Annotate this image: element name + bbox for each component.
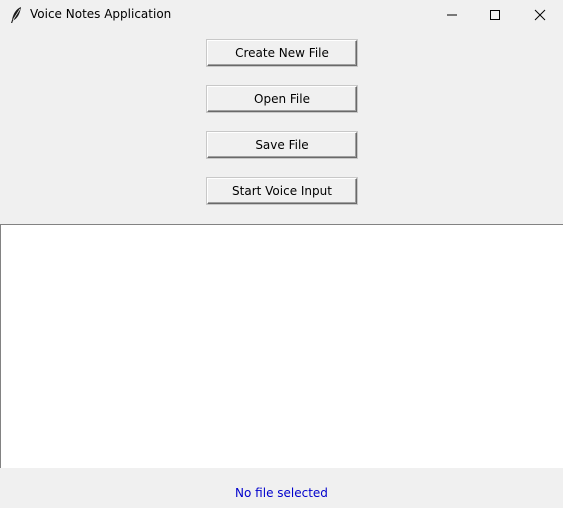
close-icon: [534, 9, 546, 21]
maximize-button[interactable]: [472, 0, 518, 30]
feather-icon: [9, 6, 23, 24]
open-file-button[interactable]: Open File: [207, 86, 357, 112]
window-title: Voice Notes Application: [30, 7, 172, 21]
note-text-area[interactable]: [0, 224, 563, 468]
close-button[interactable]: [517, 0, 563, 30]
minimize-button[interactable]: [429, 0, 475, 30]
title-bar[interactable]: Voice Notes Application: [0, 0, 563, 30]
save-file-button[interactable]: Save File: [207, 132, 357, 158]
status-label: No file selected: [235, 486, 328, 500]
minimize-icon: [447, 14, 457, 16]
app-window: Voice Notes Application Create New File …: [0, 0, 563, 508]
start-voice-input-button[interactable]: Start Voice Input: [207, 178, 357, 204]
maximize-icon: [490, 10, 500, 20]
create-new-file-button[interactable]: Create New File: [207, 40, 357, 66]
